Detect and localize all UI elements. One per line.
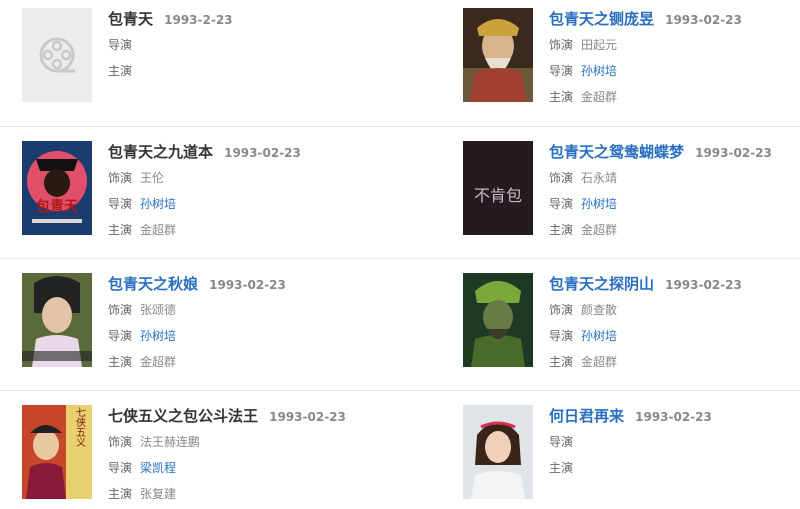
role-label: 饰演 [108,435,133,449]
director-link[interactable]: 孙树培 [581,64,617,78]
cast-name: 金超群 [140,355,177,369]
cast-label: 主演 [108,64,133,78]
director-link[interactable]: 孙树培 [140,329,176,343]
film-title[interactable]: 包青天之鸳鸯蝴蝶梦 [549,143,684,161]
director-label: 导演 [549,64,574,78]
director-link[interactable]: 孙树培 [140,197,176,211]
cast-label: 主演 [549,355,574,369]
director-label: 导演 [549,197,574,211]
row-divider [0,258,800,259]
film-card: 不肯包 包青天之鸳鸯蝴蝶梦 1993-02-23 饰演 石永靖 导演 孙树培 主演金… [463,141,800,251]
cast-name: 金超群 [581,223,618,237]
film-date: 1993-02-23 [269,410,346,424]
role-label: 饰演 [108,303,133,317]
filmography-grid: 包青天 1993-2-23 导演 主演 包青天之铡庞昱 1993-02-23 饰… [0,0,800,509]
cast-name: 金超群 [140,223,177,237]
film-date: 1993-02-23 [224,146,301,160]
row-divider [0,390,800,391]
director-link[interactable]: 梁凯程 [140,461,176,475]
film-poster[interactable] [463,405,533,499]
cast-name: 金超群 [581,90,618,104]
film-card: 包青天之铡庞昱 1993-02-23 饰演 田起元 导演 孙树培 主演 金超群 [463,8,800,118]
row-divider [0,126,800,127]
role-label: 饰演 [549,303,574,317]
film-poster[interactable]: 包青天 [22,141,92,235]
poster-caption: 不肯包 [474,186,522,205]
film-title[interactable]: 包青天之铡庞昱 [549,10,654,28]
role-label: 饰演 [549,38,574,52]
role-name: 田起元 [581,38,618,52]
film-title[interactable]: 包青天之探阴山 [549,275,654,293]
role-name: 王伦 [140,171,165,185]
film-title[interactable]: 包青天之秋娘 [108,275,198,293]
film-date: 1993-02-23 [665,13,742,27]
film-reel-icon [39,37,75,73]
cast-label: 主演 [108,487,133,501]
film-placeholder-poster[interactable] [22,8,92,102]
director-label: 导演 [108,197,133,211]
film-poster[interactable] [22,273,92,367]
film-date: 1993-02-23 [665,278,742,292]
role-name: 颜查散 [581,303,618,317]
film-card: 包青天之探阴山 1993-02-23 饰演 颜查散 导演 孙树培 主演 金超群 [463,273,800,383]
cast-name: 金超群 [581,355,618,369]
director-label: 导演 [549,329,574,343]
role-label: 饰演 [549,171,574,185]
poster-caption: 七侠五义 [74,407,86,447]
film-poster[interactable] [463,273,533,367]
cast-label: 主演 [108,355,133,369]
role-name: 张颂德 [140,303,177,317]
film-card: 七侠五义 七侠五义之包公斗法王 1993-02-23 饰演 法王赫连鹏 导演 梁凯程… [22,405,382,509]
cast-name: 张复建 [140,487,177,501]
film-title[interactable]: 何日君再来 [549,407,624,425]
role-label: 饰演 [108,171,133,185]
film-title[interactable]: 包青天 [108,10,153,28]
film-date: 1993-02-23 [695,146,772,160]
film-title[interactable]: 七侠五义之包公斗法王 [108,407,258,425]
director-link[interactable]: 孙树培 [581,197,617,211]
role-name: 石永靖 [581,171,618,185]
film-date: 1993-02-23 [635,410,712,424]
cast-label: 主演 [108,223,133,237]
director-label: 导演 [108,38,133,52]
role-name: 法王赫连鹏 [140,435,201,449]
film-poster[interactable] [463,8,533,102]
cast-label: 主演 [549,90,574,104]
film-card: 何日君再来 1993-02-23 导演 主演 [463,405,800,509]
film-card: 包青天之秋娘 1993-02-23 饰演 张颂德 导演 孙树培 主演 金超群 [22,273,382,383]
director-label: 导演 [108,329,133,343]
film-card: 包青天 包青天之九道本 1993-02-23 饰演 王伦 导演 孙树培 主演 金超群 [22,141,382,251]
film-card: 包青天 1993-2-23 导演 主演 [22,8,382,118]
film-date: 1993-2-23 [164,13,233,27]
cast-label: 主演 [549,223,574,237]
poster-caption: 包青天 [36,198,79,215]
film-poster[interactable]: 不肯包 [463,141,533,235]
director-label: 导演 [549,435,574,449]
film-date: 1993-02-23 [209,278,286,292]
film-title[interactable]: 包青天之九道本 [108,143,213,161]
film-poster[interactable]: 七侠五义 [22,405,92,499]
director-label: 导演 [108,461,133,475]
director-link[interactable]: 孙树培 [581,329,617,343]
cast-label: 主演 [549,461,574,475]
